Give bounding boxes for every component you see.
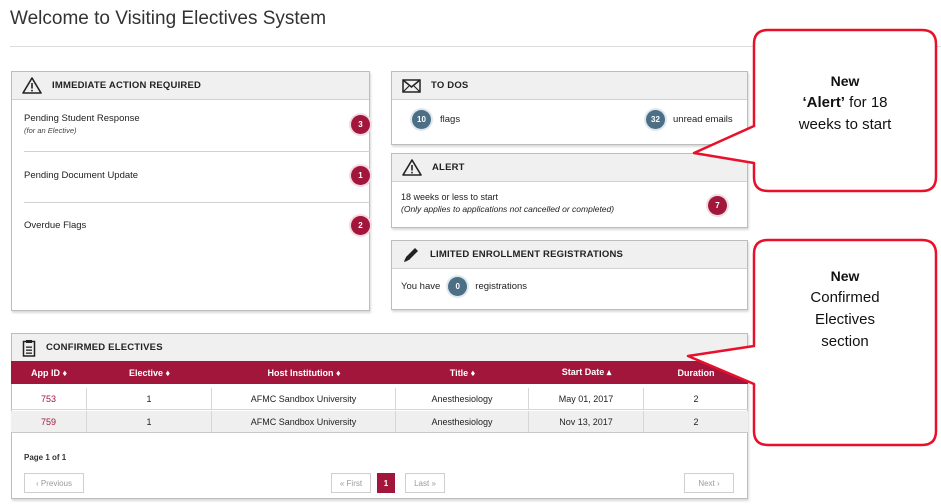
callout-confirmed-line4: section <box>821 333 869 350</box>
page-1-button[interactable]: 1 <box>377 473 395 493</box>
clipboard-icon <box>22 339 36 357</box>
count-badge[interactable]: 3 <box>351 115 370 134</box>
alert-line1: 18 weeks or less to start <box>401 192 499 202</box>
unread-emails-item[interactable]: 32 unread emails <box>646 110 733 129</box>
column-header-title[interactable]: Title ♦ <box>396 361 529 384</box>
alert-header: ALERT <box>392 154 747 182</box>
column-header-elective[interactable]: Elective ♦ <box>87 361 212 384</box>
divider <box>24 202 370 203</box>
registrations-suffix: registrations <box>475 281 528 292</box>
elective-cell: 1 <box>87 411 212 432</box>
duration-cell: 2 <box>693 416 699 427</box>
table-header: App ID ♦ Elective ♦ Host Institution ♦ T… <box>11 361 748 384</box>
flags-count-badge: 10 <box>412 110 431 129</box>
column-header-start-date[interactable]: Start Date ▴ <box>529 361 644 384</box>
todos-header: TO DOS <box>392 72 747 100</box>
action-item-sublabel: (for an Elective) <box>24 126 77 135</box>
previous-button[interactable]: ‹ Previous <box>24 473 84 493</box>
start-date-cell: May 01, 2017 <box>529 388 644 409</box>
emails-count-badge: 32 <box>646 110 665 129</box>
next-button[interactable]: Next › <box>684 473 734 493</box>
action-item-overdue-flags[interactable]: Overdue Flags 2 <box>24 216 370 235</box>
alert-panel: ALERT 18 weeks or less to start (Only ap… <box>391 153 748 228</box>
immediate-action-title: IMMEDIATE ACTION REQUIRED <box>52 80 202 91</box>
registrations-prefix: You have <box>401 281 441 292</box>
divider <box>24 151 370 152</box>
page-title: Welcome to Visiting Electives System <box>10 8 327 29</box>
elective-cell: 1 <box>87 388 212 409</box>
last-page-button[interactable]: Last » <box>405 473 445 493</box>
host-institution-cell: AFMC Sandbox University <box>212 388 396 409</box>
callout-confirmed-line2: Confirmed <box>810 289 880 306</box>
title-cell: Anesthesiology <box>396 411 529 432</box>
limited-enrollment-panel: LIMITED ENROLLMENT REGISTRATIONS You hav… <box>391 240 748 310</box>
registrations-item[interactable]: You have 0 registrations <box>401 277 527 296</box>
action-item-pending-student-response[interactable]: Pending Student Response (for an Electiv… <box>24 113 370 135</box>
table-row: 759 1 AFMC Sandbox University Anesthesio… <box>11 411 748 433</box>
action-item-label: Pending Student Response <box>24 113 140 124</box>
title-divider <box>10 46 941 47</box>
column-header-host-institution[interactable]: Host Institution ♦ <box>212 361 396 384</box>
limited-enrollment-header: LIMITED ENROLLMENT REGISTRATIONS <box>392 241 747 269</box>
count-badge[interactable]: 2 <box>351 216 370 235</box>
alert-count-badge[interactable]: 7 <box>708 196 727 215</box>
host-institution-cell: AFMC Sandbox University <box>212 411 396 432</box>
app-id-link[interactable]: 759 <box>11 411 87 432</box>
envelope-icon <box>402 78 421 93</box>
pencil-icon <box>404 247 418 262</box>
flags-label: flags <box>440 114 461 125</box>
callout-new-label: New <box>830 73 860 89</box>
confirmed-electives-title: CONFIRMED ELECTIVES <box>46 342 163 353</box>
column-header-app-id[interactable]: App ID ♦ <box>11 361 87 384</box>
callout-alert-line3: weeks to start <box>798 116 892 133</box>
callout-alert-word: ‘Alert’ <box>802 94 845 111</box>
flags-item[interactable]: 10 flags <box>412 110 460 129</box>
page-info: Page 1 of 1 <box>24 453 67 462</box>
alert-line2: (Only applies to applications not cancel… <box>401 204 615 214</box>
alert-callout-text: New ‘Alert’ for 18 weeks to start <box>760 70 930 136</box>
table-row: 753 1 AFMC Sandbox University Anesthesio… <box>11 388 748 410</box>
warning-icon <box>22 77 42 94</box>
action-item-label: Overdue Flags <box>24 220 87 231</box>
duration-cell: 2 <box>693 393 699 404</box>
confirmed-electives-header: CONFIRMED ELECTIVES <box>12 334 747 362</box>
first-page-button[interactable]: « First <box>331 473 371 493</box>
callout-confirmed-line3: Electives <box>814 311 876 328</box>
immediate-action-header: IMMEDIATE ACTION REQUIRED <box>12 72 369 100</box>
column-header-duration[interactable]: Duration <box>644 361 748 384</box>
start-date-cell: Nov 13, 2017 <box>529 411 644 432</box>
unread-emails-label: unread emails <box>673 114 733 125</box>
title-cell: Anesthesiology <box>396 388 529 409</box>
alert-title: ALERT <box>432 162 465 173</box>
callout-new-label: New <box>830 268 860 284</box>
action-item-pending-document-update[interactable]: Pending Document Update 1 <box>24 166 370 185</box>
immediate-action-panel: IMMEDIATE ACTION REQUIRED Pending Studen… <box>11 71 370 311</box>
action-item-label: Pending Document Update <box>24 170 139 181</box>
callout-alert-rest: for 18 <box>844 94 888 111</box>
todos-title: TO DOS <box>431 80 469 91</box>
todos-panel: TO DOS 10 flags 32 unread emails <box>391 71 748 145</box>
confirmed-callout-text: New Confirmed Electives section <box>760 265 930 353</box>
warning-icon <box>402 159 422 176</box>
registrations-count-badge: 0 <box>448 277 468 296</box>
limited-enrollment-title: LIMITED ENROLLMENT REGISTRATIONS <box>430 249 624 260</box>
app-id-link[interactable]: 753 <box>11 388 87 409</box>
callout-alert-line: ‘Alert’ for 18 <box>760 92 930 114</box>
alert-item[interactable]: 18 weeks or less to start (Only applies … <box>401 192 614 214</box>
count-badge[interactable]: 1 <box>351 166 370 185</box>
